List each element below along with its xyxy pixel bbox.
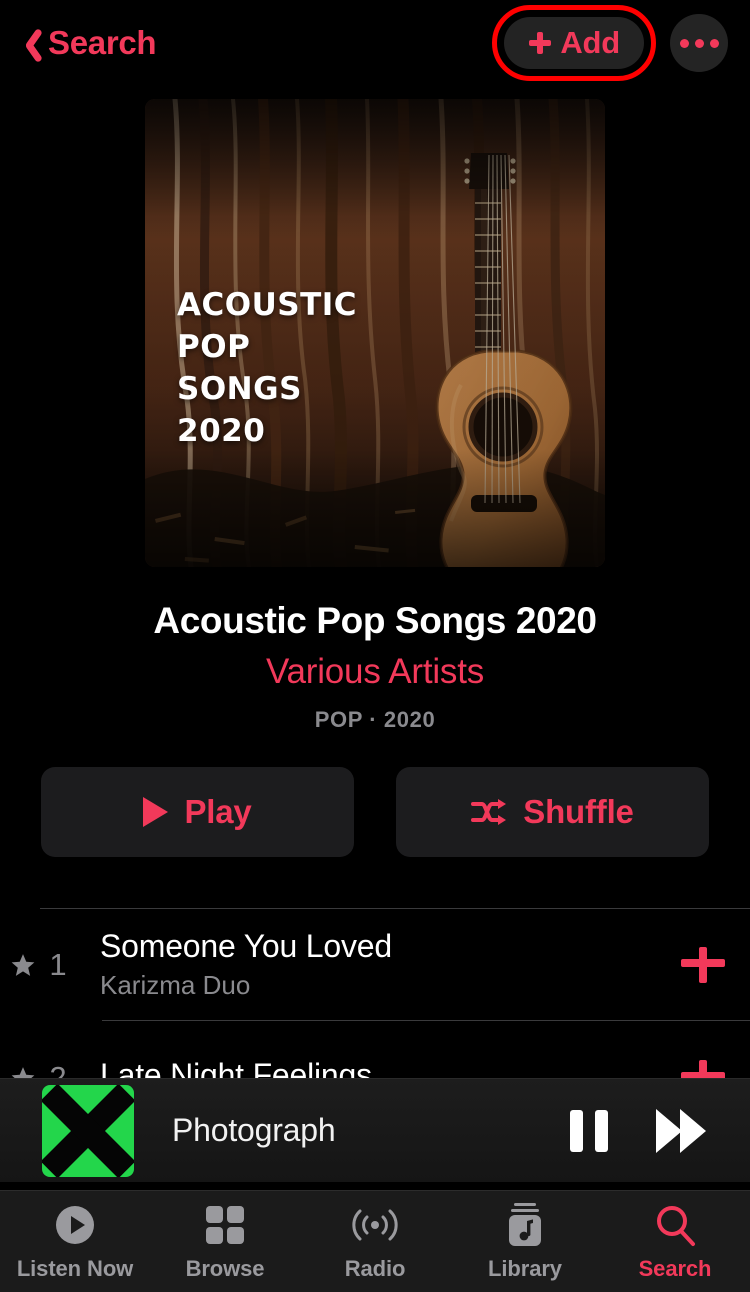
artwork-line: SONGS — [177, 371, 302, 407]
play-button-label: Play — [184, 793, 252, 830]
pause-bar — [595, 1109, 608, 1152]
track-artist: Karizma Duo — [100, 970, 251, 1000]
add-button[interactable]: Add — [504, 17, 644, 69]
table-row[interactable]: 2 Late Night Feelings — [0, 1021, 750, 1078]
table-row[interactable]: 1 Someone You Loved Karizma Duo — [0, 908, 750, 1021]
tab-label: Browse — [185, 1255, 265, 1281]
album-title: Acoustic Pop Songs 2020 — [153, 600, 597, 641]
track-number: 1 — [49, 946, 67, 982]
mini-player[interactable]: Photograph — [0, 1078, 750, 1182]
tab-listen-now[interactable]: Listen Now — [0, 1191, 150, 1292]
search-icon — [653, 1202, 697, 1248]
chevron-left-icon — [14, 26, 40, 60]
tab-bar: Listen Now Browse Radio Library Search — [0, 1190, 750, 1292]
artwork-line: 2020 — [177, 413, 266, 449]
music-album-screen: Search Add ACOUSTIC POP SONGS 2020 Acous… — [0, 0, 750, 1292]
back-button-label: Search — [48, 24, 157, 61]
plus-icon — [528, 31, 552, 55]
play-circle-icon — [53, 1202, 97, 1248]
tab-search[interactable]: Search — [600, 1191, 750, 1292]
tab-label: Listen Now — [16, 1255, 134, 1281]
track-title: Late Night Feelings — [100, 1056, 372, 1079]
pause-bar — [570, 1109, 583, 1152]
add-track-button[interactable] — [658, 1058, 750, 1078]
tab-radio[interactable]: Radio — [300, 1191, 450, 1292]
navigation-bar: Search Add — [0, 0, 750, 86]
album-artwork-title-overlay: ACOUSTIC POP SONGS 2020 — [177, 284, 357, 452]
tab-label: Library — [488, 1255, 562, 1281]
mini-player-controls — [570, 1108, 706, 1153]
artwork-line: ACOUSTIC — [177, 287, 358, 323]
track-title: Someone You Loved — [100, 928, 392, 964]
ellipsis-dot — [694, 38, 704, 48]
broadcast-icon — [351, 1202, 399, 1248]
tab-library[interactable]: Library — [450, 1191, 600, 1292]
shuffle-button-label: Shuffle — [523, 793, 634, 830]
play-button[interactable]: Play — [41, 767, 354, 857]
pause-icon[interactable] — [570, 1109, 608, 1152]
track-info: Late Night Feelings — [100, 1057, 658, 1079]
track-number: 2 — [49, 1059, 67, 1079]
add-button-label: Add — [560, 25, 620, 60]
now-playing-title: Photograph — [172, 1112, 336, 1148]
play-icon — [143, 797, 169, 827]
star-icon — [10, 1065, 36, 1078]
forward-triangle — [656, 1108, 682, 1153]
tab-label: Radio — [344, 1255, 406, 1281]
more-options-button[interactable] — [670, 14, 728, 72]
add-button-wrapper: Add — [492, 5, 656, 81]
album-genre-year: POP · 2020 — [314, 707, 436, 732]
album-artist-link[interactable]: Various Artists — [0, 652, 750, 692]
add-track-button[interactable] — [658, 945, 750, 985]
fast-forward-icon[interactable] — [656, 1108, 706, 1153]
ellipsis-dot — [679, 38, 689, 48]
shuffle-button[interactable]: Shuffle — [396, 767, 709, 857]
tab-label: Search — [638, 1255, 712, 1281]
track-list: 1 Someone You Loved Karizma Duo 2 Late N… — [0, 908, 750, 1078]
artwork-line: POP — [177, 329, 251, 365]
ellipsis-dot — [709, 38, 719, 48]
shuffle-icon — [471, 797, 507, 827]
now-playing-artwork — [42, 1084, 134, 1177]
grid-icon — [204, 1202, 246, 1248]
music-library-icon — [505, 1202, 545, 1248]
tab-browse[interactable]: Browse — [150, 1191, 300, 1292]
track-info: Someone You Loved Karizma Duo — [100, 928, 658, 1001]
back-button[interactable]: Search — [14, 24, 157, 62]
album-action-buttons: Play Shuffle — [41, 767, 709, 857]
forward-triangle — [680, 1108, 706, 1153]
album-artwork[interactable]: ACOUSTIC POP SONGS 2020 — [145, 99, 605, 567]
star-icon — [10, 952, 36, 978]
